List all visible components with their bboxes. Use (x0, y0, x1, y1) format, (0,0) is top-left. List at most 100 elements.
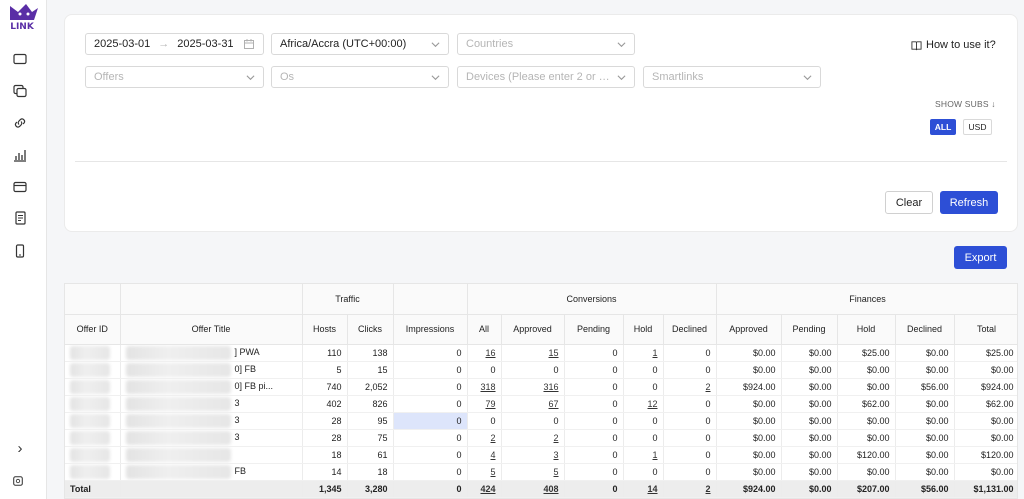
cell-declined: 0 (663, 361, 717, 379)
cell-link[interactable]: 5 (491, 467, 496, 477)
total-f-total: $1,131.00 (954, 480, 1017, 498)
export-button[interactable]: Export (954, 246, 1007, 269)
countries-select[interactable]: Countries (457, 33, 635, 55)
cell-approved: 0 (501, 361, 565, 379)
cell-link[interactable]: 79 (486, 399, 496, 409)
bar-chart-icon[interactable] (12, 147, 28, 163)
cell-link[interactable]: 12 (648, 399, 658, 409)
col-conv-approved[interactable]: Approved (501, 314, 565, 345)
cell-f-approved: $0.00 (716, 446, 782, 464)
currency-usd-button[interactable]: USD (963, 119, 992, 135)
cell-approved: 5 (501, 463, 565, 481)
cell-declined: 0 (663, 446, 717, 464)
total-link[interactable]: 14 (648, 484, 658, 494)
col-conv-pending[interactable]: Pending (564, 314, 624, 345)
col-conv-hold[interactable]: Hold (623, 314, 664, 345)
offers-select[interactable]: Offers (85, 66, 264, 88)
cell-pending: 0 (564, 429, 624, 447)
os-select[interactable]: Os (271, 66, 449, 88)
cell-link[interactable]: 1 (653, 348, 658, 358)
offer-title-cell[interactable]: 0] FB pi... (120, 378, 303, 396)
cell-link[interactable]: 15 (549, 348, 559, 358)
cell-link[interactable]: 316 (543, 382, 558, 392)
offer-title-suffix: 3 (234, 431, 240, 442)
cell-pending: 0 (564, 463, 624, 481)
table-row: 18 61 0 4 3 0 1 0 $0.00 $0.00 $120.00 $0.00 $120.00 (65, 446, 1017, 464)
cell-pending: 0 (564, 361, 624, 379)
cell-f-declined: $0.00 (895, 395, 955, 413)
col-offer-title[interactable]: Offer Title (120, 314, 303, 345)
cell-all: 318 (467, 378, 502, 396)
total-link[interactable]: 424 (480, 484, 495, 494)
offer-id-cell (65, 378, 121, 396)
offer-title-cell[interactable]: 3 (120, 395, 303, 413)
cell-f-declined: $0.00 (895, 412, 955, 430)
cell-link[interactable]: 2 (706, 382, 711, 392)
sidebar: LINK › (0, 0, 47, 499)
col-fin-total[interactable]: Total (954, 314, 1017, 345)
cell-link[interactable]: 318 (480, 382, 495, 392)
cell-f-hold: $0.00 (837, 429, 896, 447)
cell-f-declined: $0.00 (895, 344, 955, 362)
devices-select[interactable]: Devices (Please enter 2 or m... (457, 66, 635, 88)
smartlinks-select[interactable]: Smartlinks (643, 66, 821, 88)
cell-link[interactable]: 2 (554, 433, 559, 443)
phone-icon[interactable] (12, 243, 28, 259)
col-fin-declined[interactable]: Declined (895, 314, 955, 345)
cell-all: 2 (467, 429, 502, 447)
show-subs-toggle[interactable]: SHOW SUBS ↓ (935, 99, 996, 109)
offer-title-cell[interactable]: FB (120, 463, 303, 481)
timezone-select[interactable]: Africa/Accra (UTC+00:00) (271, 33, 449, 55)
cell-link[interactable]: 16 (486, 348, 496, 358)
cell-declined: 0 (663, 429, 717, 447)
offer-title-cell[interactable]: ] PWA (120, 344, 303, 362)
window-icon[interactable] (12, 51, 28, 67)
date-range-picker[interactable]: 2025-03-01 → 2025-03-31 (85, 33, 264, 55)
total-link[interactable]: 2 (706, 484, 711, 494)
cell-link[interactable]: 1 (653, 450, 658, 460)
settings-icon[interactable] (12, 475, 26, 489)
col-fin-hold[interactable]: Hold (837, 314, 896, 345)
offer-title-cell[interactable]: 3 (120, 429, 303, 447)
cell-link[interactable]: 5 (554, 467, 559, 477)
col-conv-all[interactable]: All (467, 314, 502, 345)
cell-link[interactable]: 3 (554, 450, 559, 460)
col-fin-approved[interactable]: Approved (716, 314, 782, 345)
chevron-right-icon[interactable]: › (12, 440, 28, 457)
offer-title-cell[interactable]: 3 (120, 412, 303, 430)
date-start: 2025-03-01 (94, 38, 151, 50)
document-icon[interactable] (12, 210, 28, 226)
how-to-use-link[interactable]: How to use it? (911, 39, 996, 51)
cell-declined: 0 (663, 412, 717, 430)
filter-panel: 2025-03-01 → 2025-03-31 Africa/Accra (UT… (64, 14, 1018, 232)
refresh-button[interactable]: Refresh (940, 191, 998, 214)
cell-link[interactable]: 67 (549, 399, 559, 409)
cell-approved: 316 (501, 378, 565, 396)
cell-hold: 0 (623, 429, 664, 447)
header-finances: Finances (716, 284, 1017, 315)
logo-icon[interactable]: LINK (4, 2, 40, 32)
table-total-row: Total 1,345 3,280 0 424 408 0 14 2 $924.00 $0.00 $2… (65, 480, 1017, 498)
card-icon[interactable] (12, 179, 28, 195)
header-blank (65, 284, 121, 315)
offer-id-cell (65, 344, 121, 362)
currency-all-button[interactable]: ALL (930, 119, 956, 135)
offer-title-cell[interactable] (120, 446, 303, 464)
col-conv-declined[interactable]: Declined (663, 314, 717, 345)
cell-approved: 3 (501, 446, 565, 464)
col-hosts[interactable]: Hosts (302, 314, 348, 345)
col-fin-pending[interactable]: Pending (781, 314, 838, 345)
link-icon[interactable] (12, 115, 28, 131)
cell-f-declined: $0.00 (895, 463, 955, 481)
clear-button[interactable]: Clear (885, 191, 933, 214)
cell-clicks: 61 (347, 446, 394, 464)
total-link[interactable]: 408 (543, 484, 558, 494)
copy-icon[interactable] (12, 83, 28, 99)
col-clicks[interactable]: Clicks (347, 314, 394, 345)
cell-link[interactable]: 2 (491, 433, 496, 443)
cell-link[interactable]: 4 (491, 450, 496, 460)
cell-f-declined: $0.00 (895, 446, 955, 464)
offer-title-cell[interactable]: 0] FB (120, 361, 303, 379)
col-impressions[interactable]: Impressions (393, 314, 468, 345)
col-offer-id[interactable]: Offer ID (65, 314, 121, 345)
